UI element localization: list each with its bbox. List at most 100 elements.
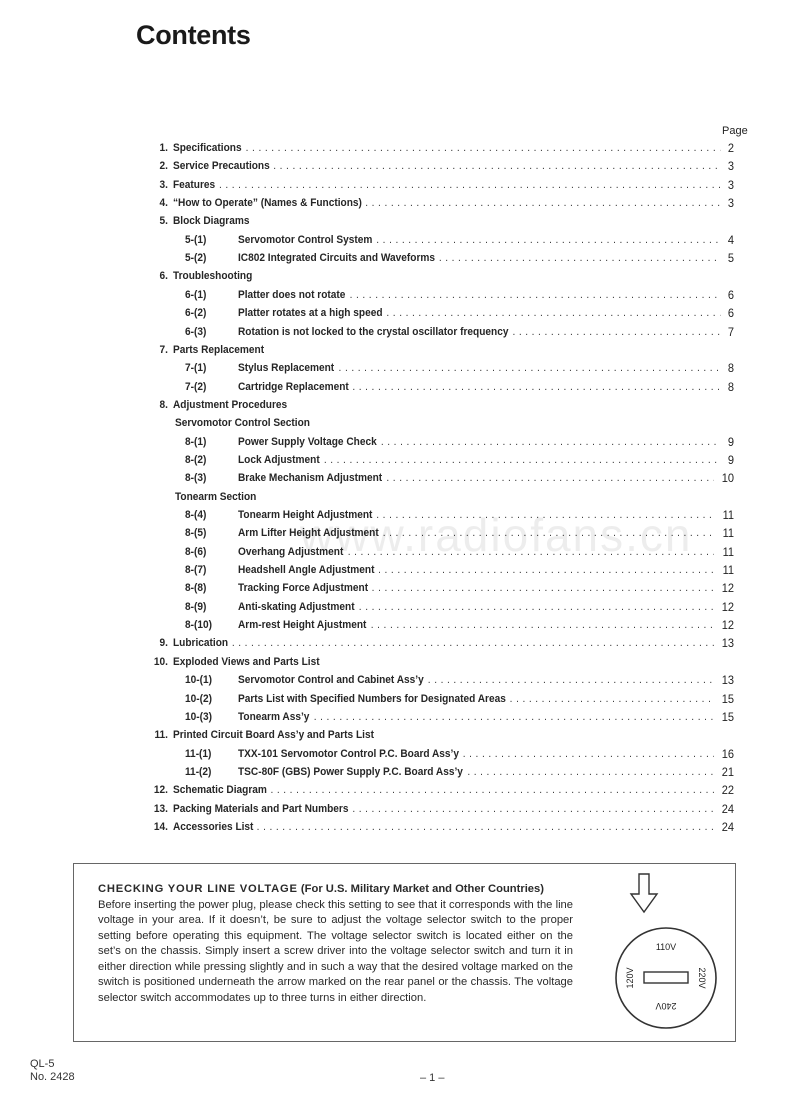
- dot-leader: ........................................…: [386, 472, 714, 485]
- toc-entry[interactable]: 6-(2) Platter rotates at a high speed....…: [0, 305, 736, 321]
- toc-entry-number: 10-(3): [184, 710, 212, 723]
- toc-entry-page: 13: [721, 673, 735, 688]
- toc-entry[interactable]: 7-(2) Cartridge Replacement..............…: [0, 379, 736, 395]
- dot-leader: ........................................…: [382, 527, 714, 540]
- toc-entry[interactable]: 11-(1) TXX-101 Servomotor Control P.C. Bo…: [0, 746, 736, 762]
- toc-entry-label: TXX-101 Servomotor Control P.C. Board As…: [237, 747, 460, 760]
- toc-entry-label: Anti-skating Adjustment: [237, 600, 355, 613]
- toc-entry-number: 9.: [159, 637, 168, 650]
- toc-entry[interactable]: 14. Accessories List.....................…: [0, 819, 736, 835]
- toc-entry-page: 7: [727, 324, 735, 339]
- toc-entry-number: 11-(2): [184, 765, 212, 778]
- toc-entry[interactable]: 13. Packing Materials and Part Numbers...…: [0, 801, 736, 817]
- model-number: QL-5: [30, 1058, 55, 1070]
- toc-entry[interactable]: 4. “How to Operate” (Names & Functions)..…: [0, 195, 736, 211]
- toc-entry[interactable]: 8-(9) Anti-skating Adjustment............…: [0, 599, 736, 615]
- toc-entry[interactable]: 8-(1) Power Supply Voltage Check.........…: [0, 434, 736, 450]
- dot-leader: ........................................…: [245, 142, 721, 154]
- toc-entry-page: 3: [727, 177, 735, 192]
- toc-entry-label: Brake Mechanism Adjustment: [237, 472, 383, 485]
- toc-entry-number: 8-(7): [184, 564, 207, 577]
- toc-entry-number: 6-(2): [184, 307, 207, 320]
- toc-entry-number: 8-(10): [184, 619, 212, 632]
- toc-entry[interactable]: 10-(2) Parts List with Specified Numbers …: [0, 691, 736, 707]
- toc-entry[interactable]: 9. Lubrication...........................…: [0, 635, 736, 651]
- toc-entry-page: 6: [727, 287, 735, 302]
- voltage-label-bottom: 240V: [655, 1001, 676, 1011]
- toc-entry[interactable]: 11. Printed Circuit Board Ass’y and Parts…: [0, 727, 736, 743]
- toc-entry[interactable]: Servomotor Control Section: [0, 415, 736, 431]
- toc-entry-label: Headshell Angle Adjustment: [237, 564, 375, 577]
- toc-entry[interactable]: 10-(1) Servomotor Control and Cabinet Ass…: [0, 672, 736, 688]
- dot-leader: ........................................…: [378, 564, 714, 577]
- toc-entry-label: Features: [172, 178, 216, 191]
- dot-leader: ........................................…: [509, 692, 714, 705]
- toc-entry[interactable]: Tonearm Section: [0, 489, 736, 505]
- dot-leader: ........................................…: [352, 380, 720, 393]
- dot-leader: ........................................…: [349, 288, 721, 301]
- toc-entry-label: Accessories List: [172, 820, 254, 833]
- toc-entry[interactable]: 12. Schematic Diagram....................…: [0, 782, 736, 798]
- toc-entry[interactable]: 8-(4) Tonearm Height Adjustment..........…: [0, 507, 736, 523]
- toc-entry-label: Stylus Replacement: [237, 362, 335, 375]
- toc-entry-page: 11: [722, 526, 735, 541]
- toc-entry-number: 13.: [153, 802, 168, 815]
- toc-entry[interactable]: 8-(3) Brake Mechanism Adjustment.........…: [0, 470, 736, 486]
- toc-entry-number: 8-(4): [184, 509, 207, 521]
- toc-entry-page: 12: [721, 618, 735, 633]
- toc-entry[interactable]: 8. Adjustment Procedures: [0, 397, 736, 413]
- dot-leader: ........................................…: [323, 453, 721, 466]
- toc-entry-label: Overhang Adjustment: [237, 545, 344, 558]
- toc-entry-page: 24: [721, 801, 735, 816]
- line-voltage-notice: CHECKING YOUR LINE VOLTAGE (For U.S. Mil…: [73, 863, 736, 1042]
- toc-entry[interactable]: 8-(2) Lock Adjustment....................…: [0, 452, 736, 468]
- toc-entry-number: 8-(9): [184, 600, 207, 613]
- toc-entry-page: 4: [727, 232, 735, 247]
- toc-entry-number: 8-(2): [184, 453, 207, 466]
- toc-entry-label: Platter does not rotate: [237, 288, 346, 301]
- toc-entry[interactable]: 8-(5) Arm Lifter Height Adjustment.......…: [0, 525, 736, 541]
- toc-entry-page: 16: [721, 746, 735, 761]
- toc-entry-label: Tonearm Section: [174, 490, 257, 503]
- dot-leader: ........................................…: [380, 435, 721, 448]
- toc-entry-number: 8-(8): [184, 582, 207, 595]
- toc-entry[interactable]: 1. Specifications........................…: [0, 140, 736, 156]
- toc-entry[interactable]: 5. Block Diagrams: [0, 213, 736, 229]
- toc-entry-page: 24: [721, 819, 735, 834]
- voltage-label-right: 220V: [697, 967, 707, 988]
- toc-entry[interactable]: 7-(1) Stylus Replacement.................…: [0, 360, 736, 376]
- toc-entry-label: Rotation is not locked to the crystal os…: [237, 325, 509, 338]
- toc-entry[interactable]: 7. Parts Replacement: [0, 342, 736, 358]
- toc-entry[interactable]: 11-(2) TSC-80F (GBS) Power Supply P.C. Bo…: [0, 764, 736, 780]
- toc-entry-number: 8-(5): [184, 527, 207, 540]
- toc-entry[interactable]: 8-(7) Headshell Angle Adjustment.........…: [0, 562, 736, 578]
- toc-entry[interactable]: 6-(1) Platter does not rotate............…: [0, 287, 736, 303]
- toc-entry[interactable]: 5-(1) Servomotor Control System..........…: [0, 232, 736, 248]
- toc-entry[interactable]: 8-(6) Overhang Adjustment................…: [0, 544, 736, 560]
- toc-entry[interactable]: 10. Exploded Views and Parts List: [0, 654, 736, 670]
- dot-leader: ........................................…: [256, 820, 714, 833]
- toc-entry[interactable]: 6-(3) Rotation is not locked to the cryst…: [0, 324, 736, 340]
- notice-body: Before inserting the power plug, please …: [98, 898, 573, 1004]
- toc-entry[interactable]: 5-(2) IC802 Integrated Circuits and Wavef…: [0, 250, 736, 266]
- toc-entry-page: 22: [721, 783, 735, 798]
- toc-entry-label: Parts Replacement: [172, 343, 265, 356]
- voltage-label-top: 110V: [656, 942, 676, 952]
- dot-leader: ........................................…: [386, 307, 720, 320]
- toc-entry[interactable]: 3. Features..............................…: [0, 177, 736, 193]
- toc-entry-number: 8.: [159, 398, 168, 411]
- dot-leader: ........................................…: [467, 765, 714, 778]
- toc-entry-number: 4.: [159, 197, 168, 210]
- toc-entry-number: 7.: [159, 343, 168, 356]
- toc-entry-page: 6: [727, 306, 735, 321]
- toc-entry-number: 6.: [159, 270, 168, 283]
- toc-entry-label: Arm Lifter Height Adjustment: [237, 527, 379, 540]
- toc-entry-label: Tracking Force Adjustment: [237, 582, 369, 595]
- toc-entry[interactable]: 8-(8) Tracking Force Adjustment..........…: [0, 580, 736, 596]
- toc-entry[interactable]: 10-(3) Tonearm Ass’y.....................…: [0, 709, 736, 725]
- toc-entry[interactable]: 2. Service Precautions...................…: [0, 158, 736, 174]
- dot-leader: ........................................…: [358, 600, 714, 613]
- page-title: Contents: [136, 20, 251, 50]
- toc-entry[interactable]: 6. Troubleshooting: [0, 268, 736, 284]
- toc-entry[interactable]: 8-(10) Arm-rest Height Ajustment.........…: [0, 617, 736, 633]
